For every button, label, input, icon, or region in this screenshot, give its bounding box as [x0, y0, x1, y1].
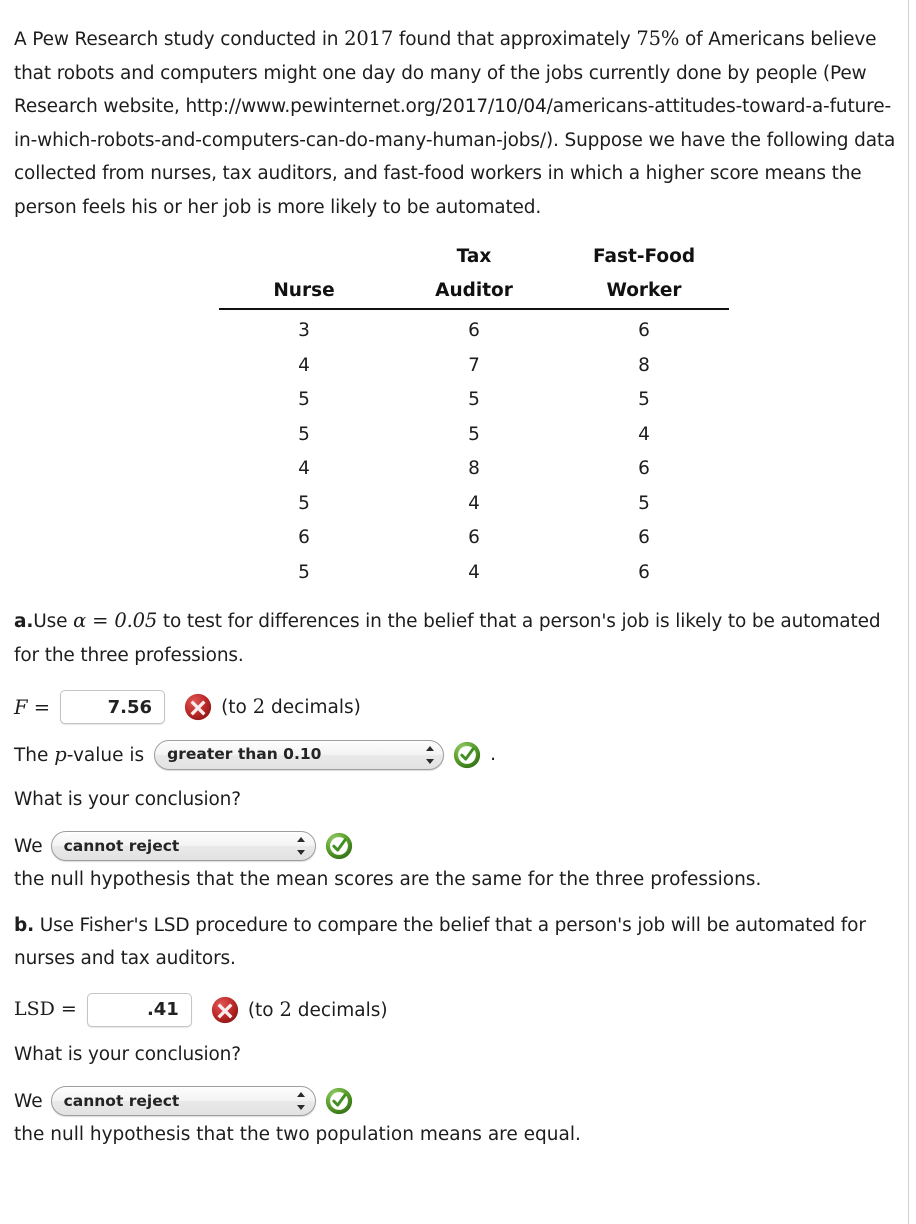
table-cell: 4	[298, 458, 310, 479]
page-right-border	[908, 0, 909, 1224]
lsd-value-input[interactable]	[86, 992, 192, 1027]
table-cell: 5	[298, 492, 310, 514]
table-row: 5 4 6	[219, 556, 729, 591]
table-row: 6 6 6	[219, 521, 729, 556]
red-x-circle-icon	[210, 995, 240, 1025]
table-cell: 6	[638, 458, 650, 479]
lsd-label: LSD =	[14, 998, 77, 1020]
part-b-conclusion-question: What is your conclusion?	[14, 1044, 241, 1065]
lsd-hint: (to 2 decimals)	[247, 997, 388, 1021]
f-value-input[interactable]	[60, 690, 166, 725]
part-a-conclusion-suffix: the null hypothesis that the mean scores…	[14, 869, 762, 890]
column-header-fast-food-worker-line2: Worker	[606, 280, 682, 301]
column-header-fast-food-worker-line1: Fast-Food	[592, 246, 696, 267]
part-b-conclusion-suffix: the null hypothesis that the two populat…	[14, 1124, 581, 1145]
pvalue-p-symbol: p	[54, 742, 67, 766]
part-a-conclusion-selected-option: cannot reject	[63, 836, 180, 855]
table-cell: 8	[638, 354, 650, 376]
column-header-nurse-line2: Nurse	[273, 280, 335, 301]
green-check-circle-icon	[324, 831, 354, 861]
part-b-label: b.	[14, 914, 34, 936]
f-answer-row: F = (to 2 decimals)	[14, 690, 902, 725]
table-cell: 5	[298, 389, 310, 410]
part-a-conclusion-select[interactable]: cannot reject	[50, 831, 316, 862]
part-b-conclusion-prefix: We	[14, 1090, 43, 1112]
table-cell: 5	[638, 492, 650, 514]
table-body: 3 6 6 4 7 8 5 5 5 5 5 4 4 8 6 5 4 5 6 6 …	[219, 309, 729, 590]
part-b-prompt: b. Use Fisher's LSD procedure to compare…	[14, 909, 902, 976]
lsd-answer-row: LSD = (to 2 decimals)	[14, 992, 902, 1028]
table-cell: 6	[468, 320, 480, 341]
table-cell: 6	[638, 561, 650, 583]
column-header-nurse: Nurse	[219, 240, 389, 310]
part-b-conclusion-selected-option: cannot reject	[63, 1091, 180, 1110]
part-a-prompt: a.Use α = 0.05 to test for differences i…	[14, 604, 902, 672]
part-a-conclusion-row: We cannot reject the null hypothesis tha…	[14, 830, 902, 897]
table-row: 3 6 6	[219, 309, 729, 349]
intro-text-part-3: of Americans believe that robots and com…	[14, 29, 896, 218]
green-check-circle-icon	[452, 740, 482, 770]
lsd-hint-decimals: 2	[279, 997, 292, 1021]
intro-year: 2017	[344, 27, 394, 50]
table-cell: 7	[468, 354, 480, 376]
table-cell: 8	[468, 458, 480, 479]
f-hint-decimals: 2	[252, 695, 266, 718]
pvalue-prefix: The p-value is	[14, 742, 145, 766]
column-header-tax-auditor-line2: Auditor	[435, 280, 513, 301]
up-down-stepper-icon	[297, 837, 306, 856]
table-cell: 3	[298, 320, 310, 341]
part-b-text-body: Use Fisher's LSD procedure to compare th…	[14, 914, 866, 970]
pvalue-select[interactable]: greater than 0.10	[154, 739, 445, 770]
table-cell: 5	[468, 389, 480, 410]
table-row: 5 5 5	[219, 383, 729, 418]
column-header-tax-auditor-line1: Tax	[456, 246, 492, 267]
intro-percent: 75%	[636, 27, 680, 50]
part-a-label: a.	[14, 611, 34, 632]
data-table-container: Nurse Tax Auditor Fast-Food Worker 3 6 6…	[14, 240, 902, 590]
table-cell: 5	[468, 423, 480, 445]
up-down-stepper-icon	[297, 1092, 306, 1111]
red-x-circle-icon	[183, 692, 213, 722]
table-cell: 6	[468, 527, 480, 548]
table-row: 4 8 6	[219, 452, 729, 487]
intro-text-part-2: found that approximately	[393, 29, 637, 50]
table-cell: 4	[298, 354, 310, 376]
pvalue-selected-option: greater than 0.10	[167, 745, 322, 763]
scores-table: Nurse Tax Auditor Fast-Food Worker 3 6 6…	[219, 240, 729, 590]
f-label: F =	[14, 695, 51, 719]
up-down-stepper-icon	[425, 745, 434, 764]
table-cell: 4	[638, 423, 650, 445]
question-page: A Pew Research study conducted in 2017 f…	[0, 0, 916, 1224]
part-a-conclusion-prefix: We	[14, 835, 43, 857]
part-b-conclusion-row: We cannot reject the null hypothesis tha…	[14, 1085, 902, 1152]
table-cell: 6	[638, 527, 650, 548]
part-a-conclusion-question: What is your conclusion?	[14, 789, 241, 810]
table-row: 4 7 8	[219, 349, 729, 384]
part-a-text-before: Use	[33, 611, 74, 632]
table-cell: 6	[298, 527, 310, 548]
part-b-conclusion-select[interactable]: cannot reject	[50, 1086, 316, 1117]
table-cell: 5	[298, 561, 310, 583]
table-row: 5 5 4	[219, 418, 729, 453]
f-hint: (to 2 decimals)	[221, 695, 361, 718]
intro-text-part-1: A Pew Research study conducted in	[14, 29, 345, 50]
part-a-alpha-expression: α = 0.05	[73, 609, 158, 632]
table-cell: 5	[638, 389, 650, 410]
intro-paragraph: A Pew Research study conducted in 2017 f…	[14, 22, 902, 224]
table-header-row: Nurse Tax Auditor Fast-Food Worker	[219, 240, 729, 310]
pvalue-row: The p-value is greater than 0.10 .	[14, 738, 902, 773]
column-header-fast-food-worker: Fast-Food Worker	[559, 240, 729, 310]
table-row: 5 4 5	[219, 487, 729, 522]
table-cell: 4	[468, 492, 480, 514]
table-cell: 5	[298, 423, 310, 445]
table-cell: 6	[638, 320, 650, 341]
green-check-circle-icon	[324, 1086, 354, 1116]
table-cell: 4	[468, 561, 480, 583]
pvalue-period: .	[490, 744, 497, 765]
column-header-tax-auditor: Tax Auditor	[389, 240, 559, 310]
